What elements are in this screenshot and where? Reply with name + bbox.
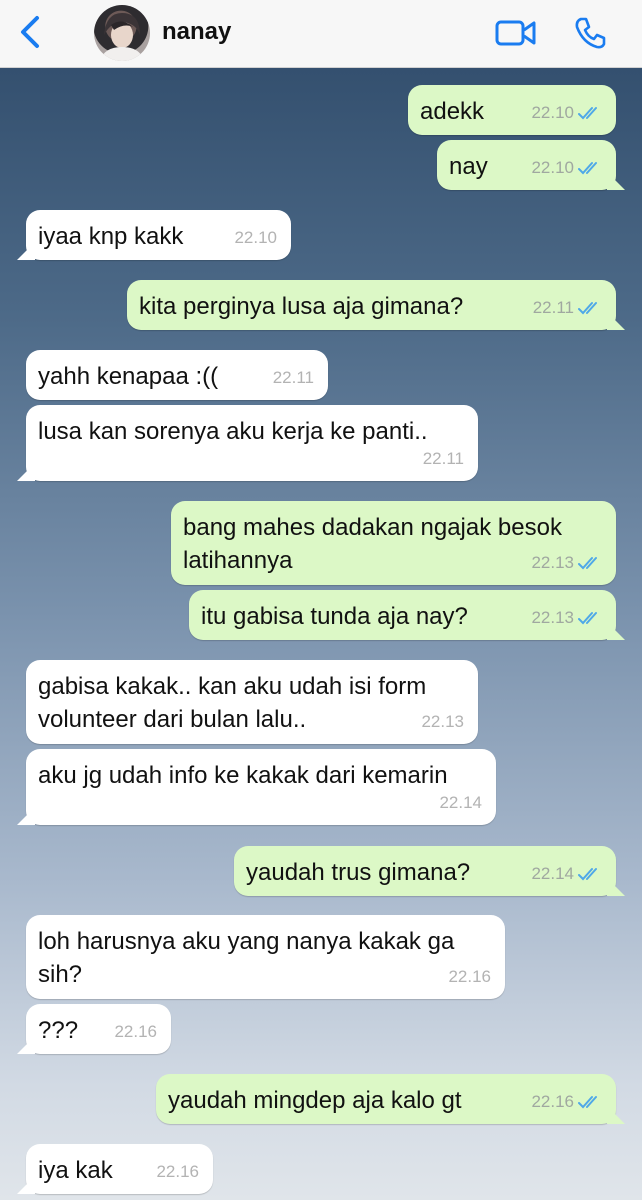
message-incoming[interactable]: aku jg udah info ke kakak dari kemarin 2…: [26, 749, 496, 825]
avatar-image: [100, 13, 144, 61]
message-outgoing[interactable]: yaudah trus gimana? 22.14: [234, 846, 616, 896]
double-check-icon: [578, 556, 597, 569]
message-incoming[interactable]: loh harusnya aku yang nanya kakak ga sih…: [26, 915, 505, 999]
message-time: 22.11: [532, 298, 574, 317]
message-meta: 22.11: [273, 361, 314, 394]
message-time: 22.16: [156, 1162, 199, 1181]
chat-header: nanay: [0, 0, 642, 68]
message-meta: 22.11: [423, 442, 464, 475]
chat-area[interactable]: adekk 22.10 nay 22.10 iyaa knp kakk 22.1…: [0, 68, 642, 1200]
message-meta: 22.14: [531, 857, 602, 890]
message-time: 22.13: [531, 608, 574, 627]
back-button[interactable]: [10, 12, 50, 52]
message-meta: 22.13: [531, 601, 602, 634]
message-outgoing[interactable]: itu gabisa tunda aja nay? 22.13: [189, 590, 616, 640]
message-time: 22.14: [439, 793, 482, 812]
message-incoming[interactable]: iyaa knp kakk 22.10: [26, 210, 291, 260]
message-meta: 22.16: [531, 1085, 602, 1118]
message-meta: 22.10: [234, 221, 277, 254]
avatar[interactable]: [94, 5, 150, 61]
message-time: 22.16: [114, 1022, 157, 1041]
video-call-button[interactable]: [494, 14, 538, 52]
message-meta: 22.10: [531, 151, 602, 184]
double-check-icon: [578, 106, 597, 119]
message-time: 22.10: [234, 228, 277, 247]
message-meta: 22.16: [448, 960, 491, 993]
video-camera-icon: [495, 20, 536, 46]
message-time: 22.11: [272, 368, 314, 387]
message-meta: 22.10: [531, 96, 602, 129]
message-time: 22.13: [421, 712, 464, 731]
message-outgoing[interactable]: nay 22.10: [437, 140, 616, 190]
contact-name[interactable]: nanay: [162, 18, 231, 46]
message-meta: 22.11: [533, 291, 602, 324]
message-meta: 22.14: [439, 786, 482, 819]
message-time: 22.14: [531, 864, 574, 883]
message-incoming[interactable]: lusa kan sorenya aku kerja ke panti.. 22…: [26, 405, 478, 481]
message-time: 22.11: [422, 449, 464, 468]
double-check-icon: [578, 867, 597, 880]
message-meta: 22.16: [114, 1015, 157, 1048]
phone-icon: [575, 17, 606, 49]
message-outgoing[interactable]: kita perginya lusa aja gimana? 22.11: [127, 280, 616, 330]
message-incoming[interactable]: yahh kenapaa :(( 22.11: [26, 350, 328, 400]
chevron-left-icon: [21, 16, 39, 48]
double-check-icon: [578, 161, 597, 174]
message-outgoing[interactable]: bang mahes dadakan ngajak besok latihann…: [171, 501, 616, 585]
message-meta: 22.13: [531, 546, 602, 579]
message-outgoing[interactable]: yaudah mingdep aja kalo gt 22.16: [156, 1074, 616, 1124]
message-time: 22.16: [448, 967, 491, 986]
message-text: lusa kan sorenya aku kerja ke panti..: [38, 418, 428, 445]
message-outgoing[interactable]: adekk 22.10: [408, 85, 616, 135]
message-text: aku jg udah info ke kakak dari kemarin: [38, 762, 448, 789]
double-check-icon: [578, 1095, 597, 1108]
double-check-icon: [578, 301, 597, 314]
message-text: loh harusnya aku yang nanya kakak ga sih…: [38, 928, 455, 988]
message-text: gabisa kakak.. kan aku udah isi form vol…: [38, 673, 427, 733]
double-check-icon: [578, 611, 597, 624]
message-incoming[interactable]: ??? 22.16: [26, 1004, 171, 1054]
voice-call-button[interactable]: [568, 12, 612, 54]
message-time: 22.13: [531, 553, 574, 572]
message-incoming[interactable]: gabisa kakak.. kan aku udah isi form vol…: [26, 660, 478, 744]
message-meta: 22.16: [156, 1155, 199, 1188]
message-time: 22.10: [531, 158, 574, 177]
message-meta: 22.13: [421, 705, 464, 738]
message-time: 22.16: [531, 1092, 574, 1111]
message-incoming[interactable]: iya kak 22.16: [26, 1144, 213, 1194]
message-time: 22.10: [531, 103, 574, 122]
